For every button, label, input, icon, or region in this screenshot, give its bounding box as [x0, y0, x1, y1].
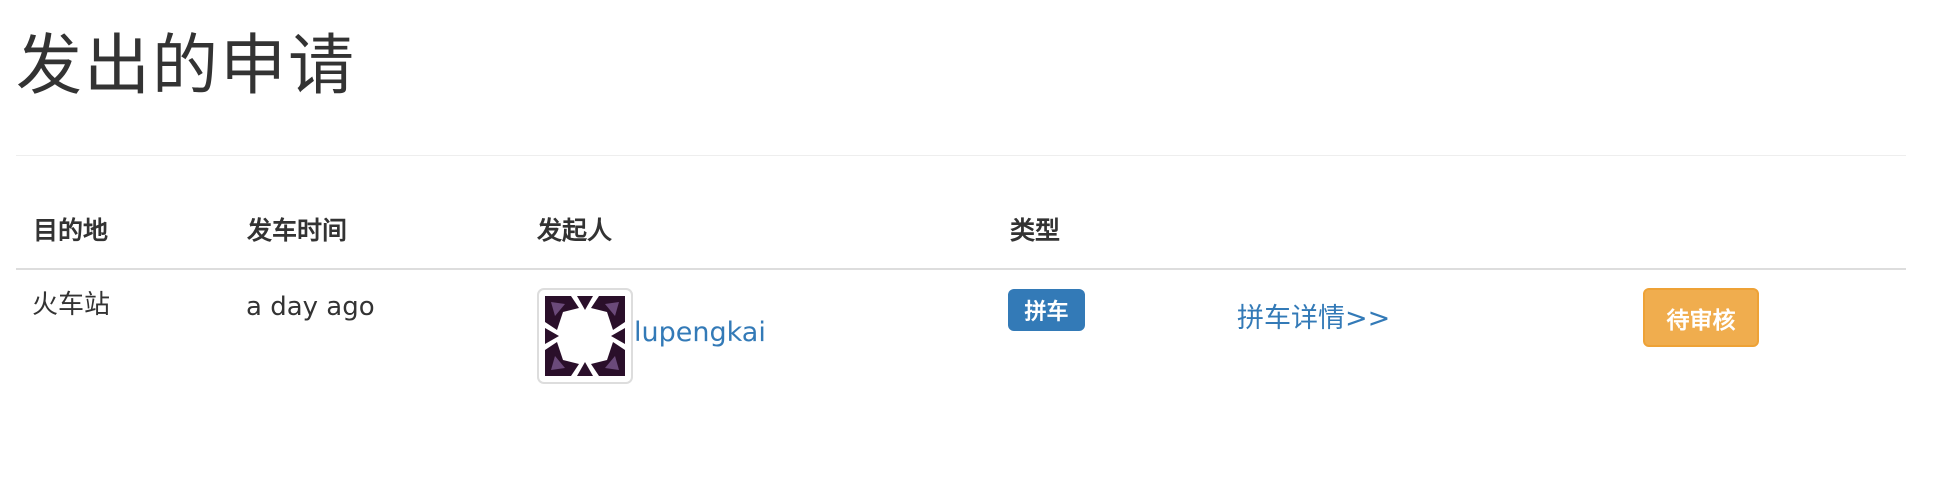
- title-divider: [16, 155, 1906, 156]
- table-header-divider: [16, 268, 1906, 270]
- initiator-user-link[interactable]: lupengkai: [634, 317, 766, 349]
- identicon-avatar-icon: [545, 296, 625, 376]
- sent-requests-page: 发出的申请 目的地 发车时间 发起人 类型 火车站 a day ago lupe…: [0, 0, 1950, 502]
- carpool-detail-link[interactable]: 拼车详情>>: [1237, 303, 1390, 335]
- avatar[interactable]: [537, 288, 633, 384]
- type-badge: 拼车: [1008, 289, 1085, 331]
- column-header-destination: 目的地: [33, 216, 109, 245]
- column-header-departure-time: 发车时间: [247, 216, 348, 245]
- column-header-type: 类型: [1010, 216, 1061, 245]
- column-header-initiator: 发起人: [537, 216, 613, 245]
- pending-review-button[interactable]: 待审核: [1643, 288, 1759, 347]
- departure-time-cell: a day ago: [246, 292, 375, 322]
- page-title: 发出的申请: [16, 27, 356, 104]
- destination-cell: 火车站: [32, 290, 111, 320]
